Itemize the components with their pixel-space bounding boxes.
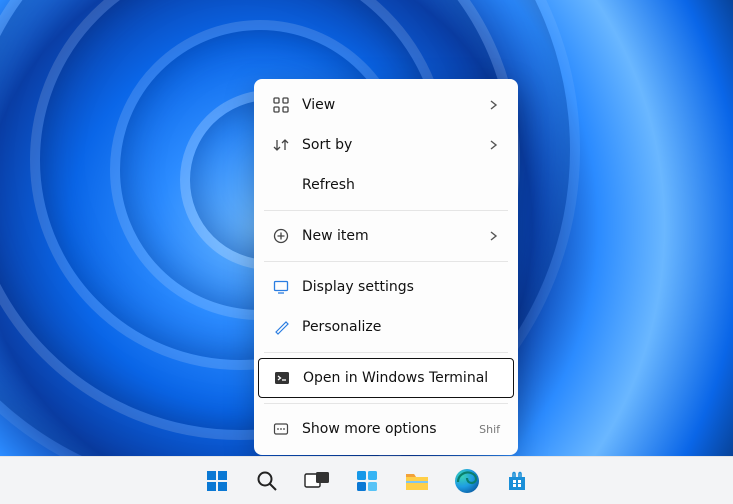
menu-item-label: Personalize	[302, 319, 500, 335]
edge-icon	[454, 468, 480, 494]
menu-item-refresh[interactable]: Refresh	[258, 165, 514, 205]
chevron-right-icon	[488, 140, 500, 150]
start-button[interactable]	[197, 461, 237, 501]
desktop-context-menu: View Sort by Refresh New item	[254, 79, 518, 455]
more-options-icon	[272, 420, 290, 438]
widgets-icon	[355, 469, 379, 493]
menu-item-show-more-options[interactable]: Show more options Shif	[258, 409, 514, 449]
menu-item-label: Open in Windows Terminal	[303, 370, 499, 386]
menu-item-view[interactable]: View	[258, 85, 514, 125]
search-icon	[255, 469, 279, 493]
menu-item-label: New item	[302, 228, 488, 244]
grid-icon	[272, 96, 290, 114]
menu-item-display-settings[interactable]: Display settings	[258, 267, 514, 307]
menu-item-label: View	[302, 97, 488, 113]
task-view-button[interactable]	[297, 461, 337, 501]
menu-separator	[264, 261, 508, 262]
menu-item-accelerator: Shif	[479, 423, 500, 436]
blank-icon	[272, 176, 290, 194]
chevron-right-icon	[488, 231, 500, 241]
menu-item-sort-by[interactable]: Sort by	[258, 125, 514, 165]
menu-item-new-item[interactable]: New item	[258, 216, 514, 256]
brush-icon	[272, 318, 290, 336]
menu-item-open-in-windows-terminal[interactable]: Open in Windows Terminal	[258, 358, 514, 398]
menu-item-label: Show more options	[302, 421, 479, 437]
desktop-wallpaper[interactable]: View Sort by Refresh New item	[0, 0, 733, 504]
chevron-right-icon	[488, 100, 500, 110]
plus-circle-icon	[272, 227, 290, 245]
folder-icon	[404, 470, 430, 492]
task-view-icon	[304, 471, 330, 491]
edge-browser-button[interactable]	[447, 461, 487, 501]
widgets-button[interactable]	[347, 461, 387, 501]
menu-separator	[264, 403, 508, 404]
menu-item-label: Display settings	[302, 279, 500, 295]
file-explorer-button[interactable]	[397, 461, 437, 501]
menu-item-label: Sort by	[302, 137, 488, 153]
menu-item-personalize[interactable]: Personalize	[258, 307, 514, 347]
store-icon	[505, 469, 529, 493]
terminal-icon	[273, 369, 291, 387]
menu-separator	[264, 210, 508, 211]
menu-item-label: Refresh	[302, 177, 500, 193]
taskbar	[0, 456, 733, 504]
microsoft-store-button[interactable]	[497, 461, 537, 501]
windows-logo-icon	[205, 469, 229, 493]
sort-icon	[272, 136, 290, 154]
menu-separator	[264, 352, 508, 353]
search-button[interactable]	[247, 461, 287, 501]
monitor-icon	[272, 278, 290, 296]
